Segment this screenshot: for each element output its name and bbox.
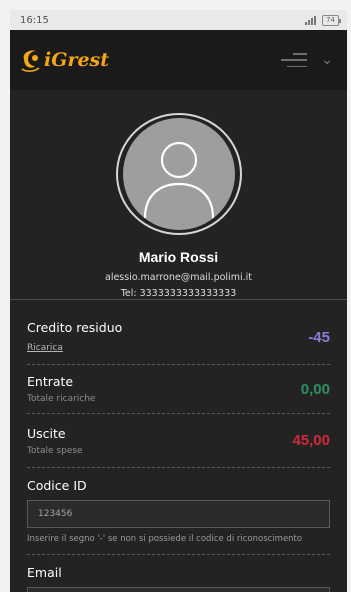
logo-text: iGrest (44, 49, 110, 71)
expense-value: 45,00 (292, 432, 330, 449)
profile-email: alessio.marrone@mail.polimi.it (105, 272, 252, 283)
status-bar: 16:15 74 (10, 10, 347, 30)
expense-title: Uscite (27, 425, 66, 441)
avatar-ring (115, 113, 242, 235)
income-row: Entrate Totale ricariche 0,00 (27, 365, 330, 414)
battery-icon: 74 (322, 14, 341, 26)
email-label: Email (27, 565, 62, 580)
menu-icon[interactable] (281, 53, 308, 67)
income-value: 0,00 (300, 380, 330, 398)
app-header: iGrest ⌄ (10, 30, 347, 90)
income-subtitle: Totale ricariche (27, 394, 96, 404)
codice-id-input[interactable] (27, 500, 330, 528)
codice-id-field: Codice ID Inserire il segno '-' se non s… (27, 478, 330, 555)
codice-id-label: Codice ID (27, 478, 87, 493)
phone-screen: 16:15 74 iGrest ⌄ Mario Rossi alessio.ma… (10, 10, 347, 592)
sun-logo-icon (21, 50, 40, 72)
account-summary: Credito residuo Ricarica -45 Entrate Tot… (10, 300, 347, 592)
codice-id-hint: Inserire il segno '-' se non si possiede… (27, 534, 303, 544)
chevron-down-icon[interactable]: ⌄ (321, 52, 333, 68)
signal-icon (305, 15, 317, 25)
credit-title: Credito residuo (27, 320, 123, 335)
header-actions: ⌄ (281, 52, 333, 68)
status-time: 16:15 (20, 14, 49, 26)
expense-row: Uscite Totale spese 45,00 (27, 414, 330, 468)
profile-name: Mario Rossi (138, 249, 219, 265)
app-logo[interactable]: iGrest (20, 47, 109, 73)
profile-card: Mario Rossi alessio.marrone@mail.polimi.… (10, 90, 347, 300)
profile-tel: Tel: 3333333333333333 (120, 288, 237, 299)
credit-value: -45 (308, 328, 330, 346)
status-icons: 74 (305, 14, 341, 26)
income-title: Entrate (27, 374, 74, 389)
user-icon (143, 141, 214, 219)
expense-subtitle: Totale spese (27, 445, 83, 456)
avatar[interactable] (122, 118, 235, 230)
email-input[interactable] (27, 587, 330, 592)
recharge-link[interactable]: Ricarica (27, 343, 63, 353)
email-field: Email (27, 565, 330, 592)
battery-level: 74 (326, 15, 335, 24)
credit-row: Credito residuo Ricarica -45 (27, 300, 330, 365)
